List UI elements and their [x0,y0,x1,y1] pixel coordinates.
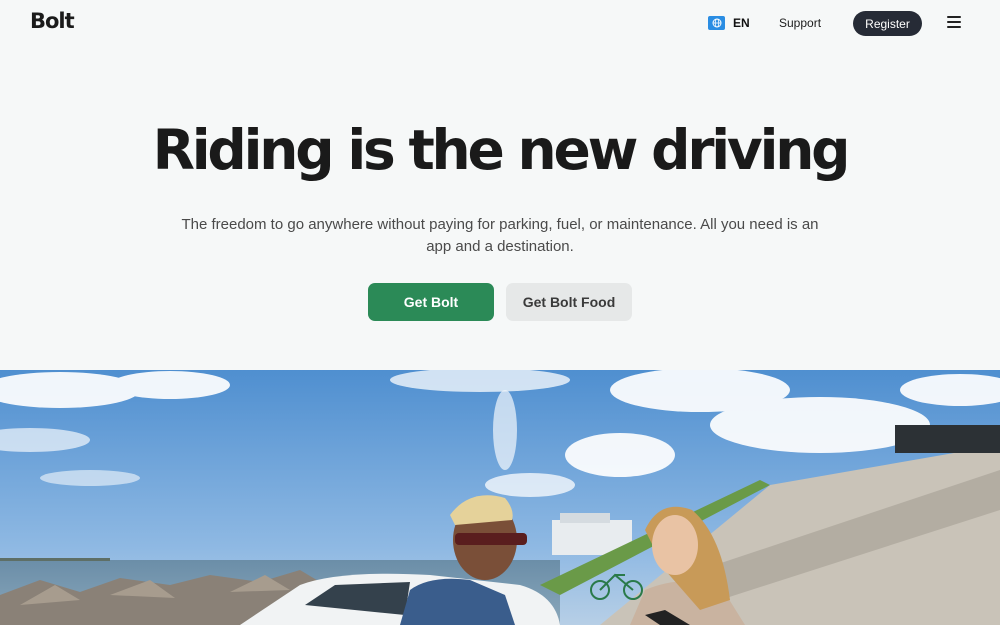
language-selector[interactable]: EN [708,16,750,30]
hamburger-menu-icon[interactable] [947,16,961,30]
get-bolt-food-button[interactable]: Get Bolt Food [506,283,632,321]
register-button[interactable]: Register [853,11,922,36]
bolt-logo[interactable]: Bolt [30,9,75,33]
hero-photo-illustration [0,370,1000,625]
support-link[interactable]: Support [779,16,821,30]
hero-image [0,370,1000,625]
hero-title: Riding is the new driving [152,118,851,182]
site-header: Bolt EN Support Register [0,0,1000,46]
globe-icon [708,16,725,30]
get-bolt-button[interactable]: Get Bolt [368,283,494,321]
language-label: EN [733,16,750,30]
hero-subtitle: The freedom to go anywhere without payin… [181,216,819,255]
